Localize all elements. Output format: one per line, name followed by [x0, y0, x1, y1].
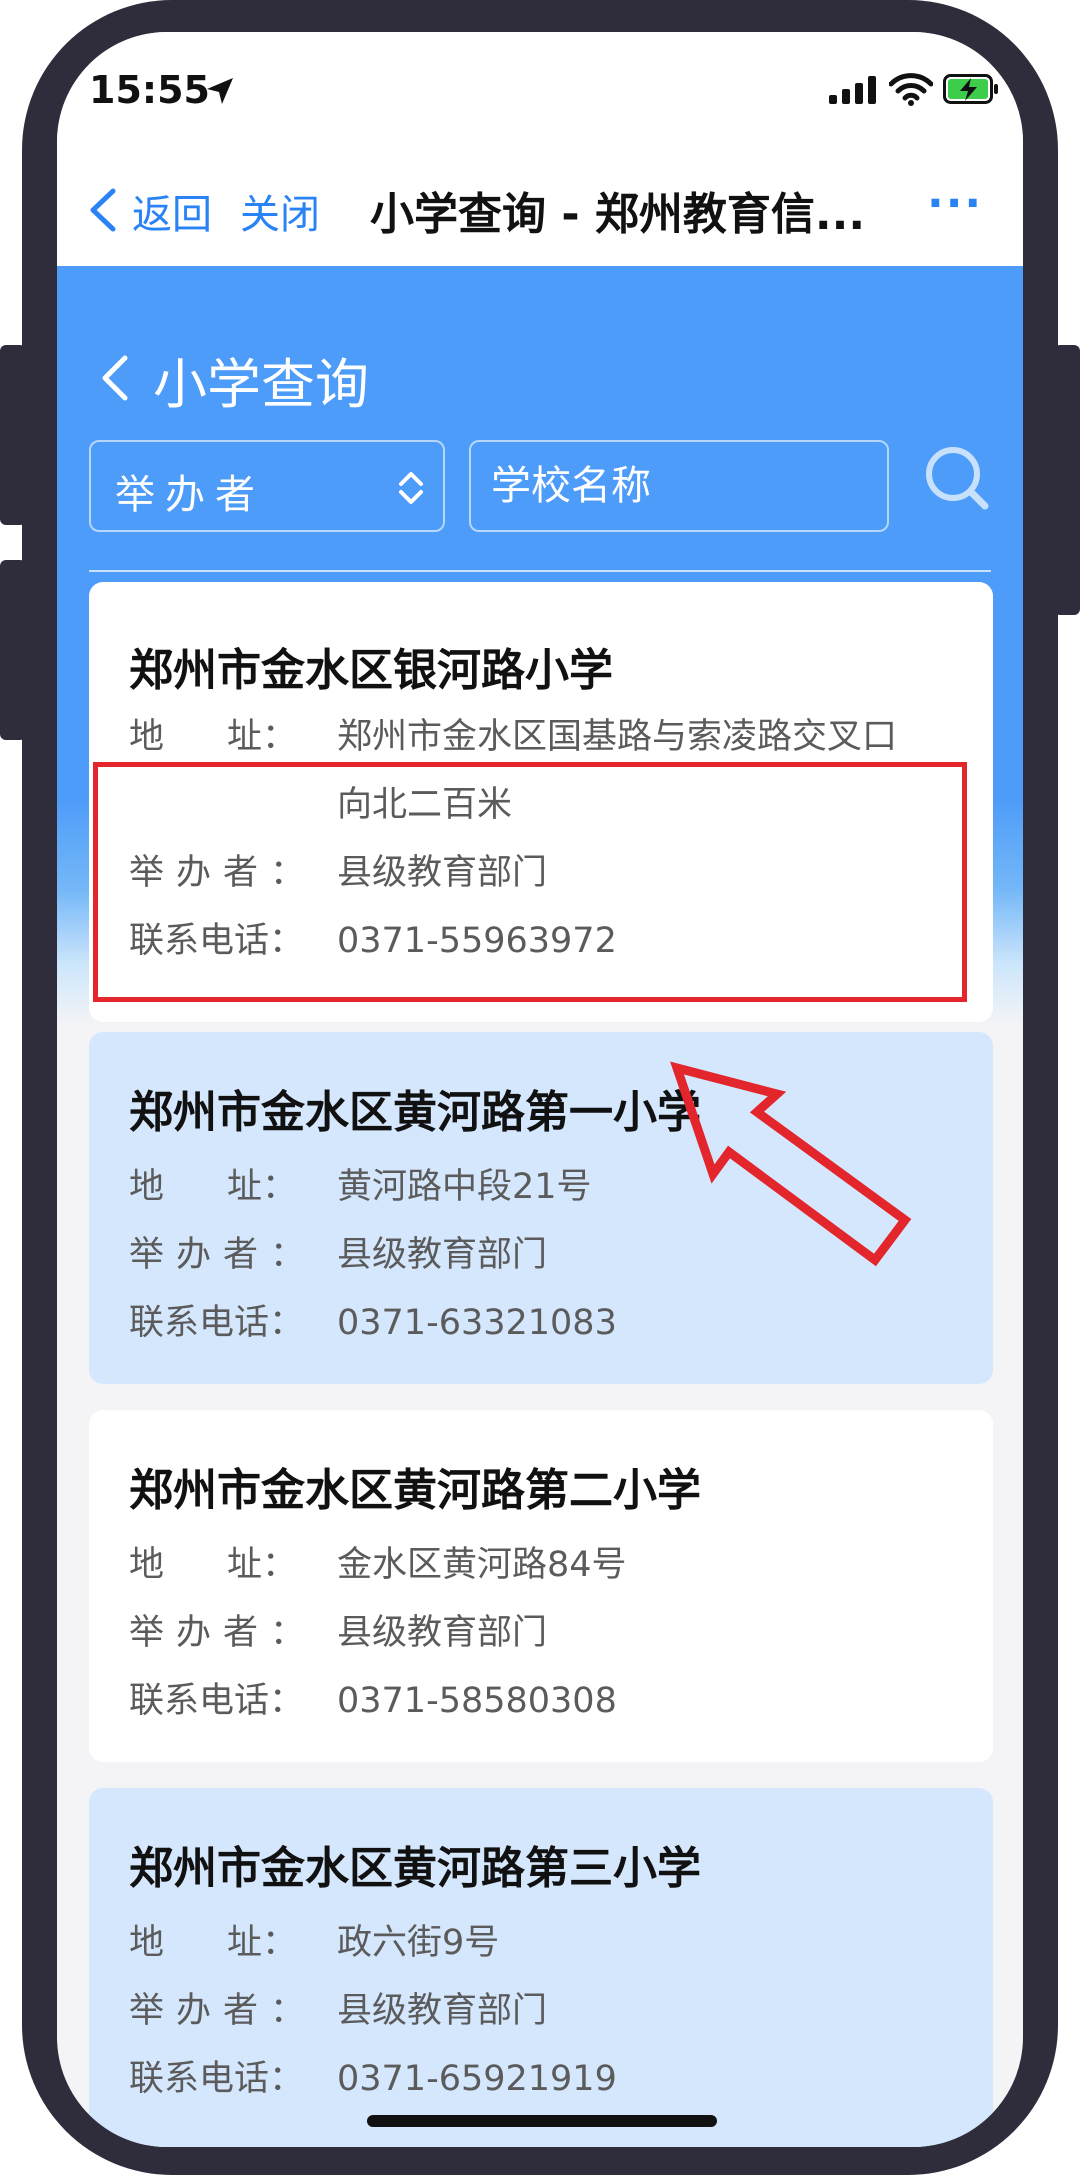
close-button[interactable]: 关闭	[240, 182, 320, 240]
school-name: 郑州市金水区银河路小学	[129, 645, 613, 696]
address-value: 政六街9号	[337, 1923, 500, 1963]
school-name-input[interactable]	[469, 440, 889, 532]
wifi-icon	[889, 73, 933, 106]
page-title: 小学查询	[153, 353, 369, 416]
sponsor-row: 举办者： 县级教育部门	[129, 1604, 547, 1655]
select-updown-icon	[399, 472, 423, 504]
header-divider	[89, 570, 991, 572]
status-time: 15:55	[89, 68, 210, 112]
status-bar: 15:55	[57, 32, 1023, 142]
side-button-left-2	[0, 560, 26, 740]
phone-value[interactable]: 0371-63321083	[337, 1303, 617, 1343]
location-arrow-icon	[207, 78, 233, 104]
school-name: 郑州市金水区黄河路第二小学	[129, 1465, 701, 1516]
address-row: 地址： 黄河路中段21号	[129, 1158, 592, 1209]
phone-value[interactable]: 0371-65921919	[337, 2059, 617, 2099]
nav-title: 小学查询 - 郑州教育信...	[370, 189, 866, 240]
page-back-chevron-icon[interactable]	[97, 354, 131, 402]
address-value: 金水区黄河路84号	[337, 1545, 627, 1585]
school-card[interactable]: 郑州市金水区黄河路第三小学 地址： 政六街9号 举办者： 县级教育部门 联系电话： 0…	[89, 1788, 993, 2147]
sponsor-select-value: 举办者	[115, 472, 265, 518]
sponsor-select[interactable]: 举办者	[89, 440, 445, 532]
sponsor-value: 县级教育部门	[337, 1235, 548, 1275]
sponsor-row: 举办者： 县级教育部门	[129, 1982, 547, 2033]
address-value: 郑州市金水区国基路与索凌路交叉口	[337, 717, 898, 757]
back-button[interactable]: 返回	[132, 182, 212, 240]
more-options-button[interactable]: ···	[927, 178, 983, 229]
address-row: 地址： 郑州市金水区国基路与索凌路交叉口	[129, 708, 897, 759]
search-icon[interactable]	[923, 444, 993, 514]
sponsor-row: 举办者： 县级教育部门	[129, 1226, 547, 1277]
side-button-left-1	[0, 345, 26, 525]
back-chevron-icon[interactable]	[87, 188, 117, 232]
address-row: 地址： 政六街9号	[129, 1914, 499, 1965]
highlight-box	[93, 762, 967, 1002]
phone-row: 联系电话： 0371-58580308	[129, 1681, 617, 1721]
school-card[interactable]: 郑州市金水区黄河路第二小学 地址： 金水区黄河路84号 举办者： 县级教育部门 联系…	[89, 1410, 993, 1762]
sponsor-value: 县级教育部门	[337, 1991, 548, 2031]
phone-row: 联系电话： 0371-65921919	[129, 2059, 617, 2099]
phone-screen: 15:55 返回 关闭 小学查询 - 郑州教育信... ··· 小学查询 举办者…	[57, 32, 1023, 2147]
side-button-right	[1054, 345, 1080, 615]
school-name: 郑州市金水区黄河路第三小学	[129, 1843, 701, 1894]
annotation-arrow-icon	[670, 1061, 912, 1267]
browser-nav-bar: 返回 关闭 小学查询 - 郑州教育信... ···	[57, 142, 1023, 266]
sponsor-value: 县级教育部门	[337, 1613, 548, 1653]
cellular-signal-icon	[829, 76, 876, 104]
address-row: 地址： 金水区黄河路84号	[129, 1536, 627, 1587]
home-indicator[interactable]	[367, 2115, 717, 2127]
address-value: 黄河路中段21号	[337, 1167, 592, 1207]
school-name: 郑州市金水区黄河路第一小学	[129, 1087, 701, 1138]
phone-value[interactable]: 0371-58580308	[337, 1681, 617, 1721]
battery-charging-icon	[943, 74, 998, 104]
phone-row: 联系电话： 0371-63321083	[129, 1303, 617, 1343]
